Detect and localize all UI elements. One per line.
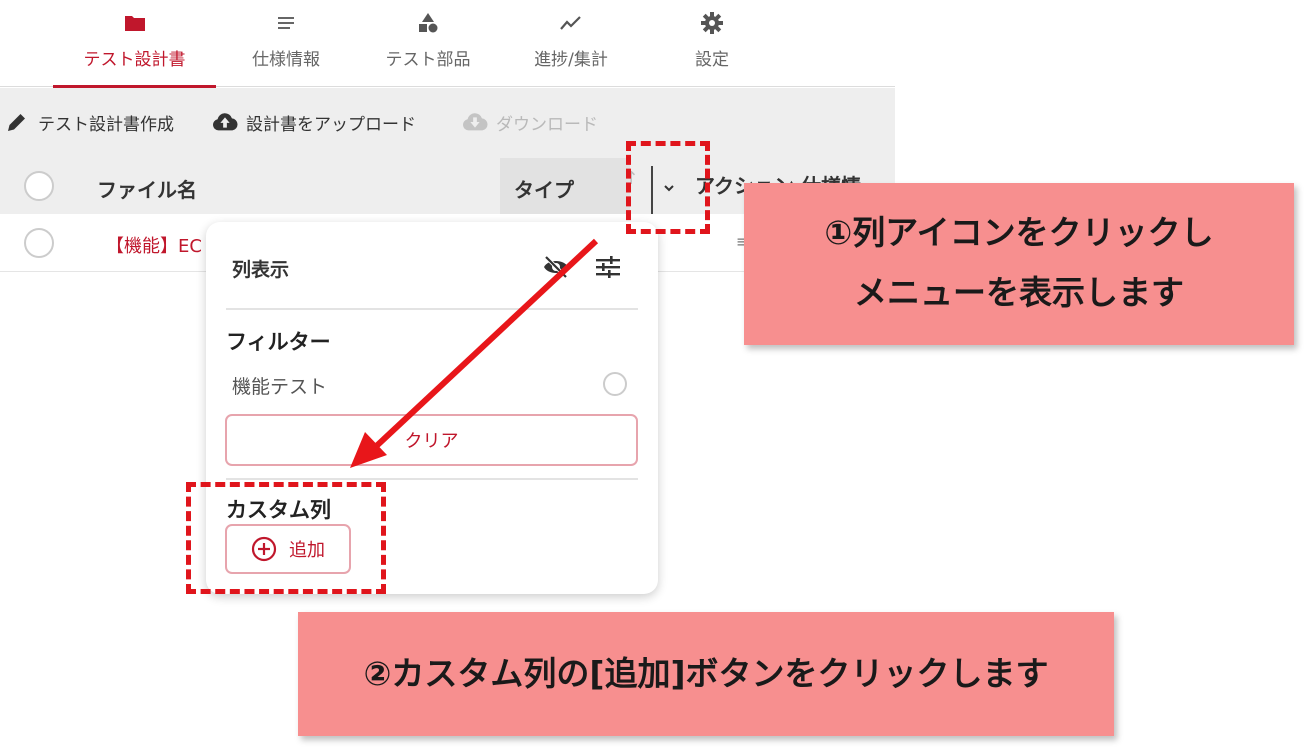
column-icon-highlight (626, 141, 710, 234)
tab-settings[interactable]: 設定 (672, 0, 752, 87)
row-checkbox[interactable] (24, 228, 54, 258)
upload-label: 設計書をアップロード (246, 114, 416, 135)
tab-label: 仕様情報 (252, 50, 320, 70)
cloud-download-icon (462, 110, 488, 134)
callout-1-line-2: メニューを表示します (854, 273, 1184, 312)
clear-filter-button[interactable]: クリア (225, 414, 638, 466)
menu-divider (226, 308, 638, 310)
cloud-upload-icon (212, 110, 238, 134)
list-icon (275, 12, 297, 34)
column-header-type[interactable]: タイプ (514, 174, 574, 203)
add-button-highlight (186, 482, 386, 594)
tab-test-parts[interactable]: テスト部品 (372, 0, 484, 87)
tab-test-design[interactable]: テスト設計書 (53, 0, 216, 88)
create-design-label: テスト設計書作成 (38, 114, 174, 135)
filter-item-label: 機能テスト (232, 376, 328, 398)
gear-icon (701, 12, 723, 34)
top-navigation: テスト設計書 仕様情報 テスト部品 進捗/集計 設定 (0, 0, 895, 88)
folder-icon (124, 12, 146, 34)
create-design-button[interactable]: テスト設計書作成 (4, 108, 174, 136)
filter-heading: フィルター (226, 330, 331, 354)
tab-label: 進捗/集計 (534, 50, 608, 70)
filter-item-radio[interactable] (603, 372, 627, 396)
instruction-callout-1: ①列アイコンをクリックし メニューを表示します (744, 183, 1294, 345)
tab-label: テスト部品 (385, 50, 471, 70)
upload-button[interactable]: 設計書をアップロード (212, 108, 416, 136)
tab-spec-info[interactable]: 仕様情報 (236, 0, 336, 87)
column-display-title: 列表示 (232, 259, 290, 281)
visibility-off-icon[interactable] (542, 254, 570, 280)
pencil-icon (4, 110, 30, 134)
column-header-file-name[interactable]: ファイル名 (97, 174, 197, 203)
callout-1-line-1: ①列アイコンをクリックし (824, 213, 1214, 252)
trend-icon (560, 12, 582, 34)
tab-progress[interactable]: 進捗/集計 (518, 0, 624, 87)
tune-icon[interactable] (594, 254, 622, 280)
select-all-checkbox[interactable] (24, 171, 54, 201)
toolbar: テスト設計書作成 設計書をアップロード ダウンロード (0, 88, 895, 158)
download-label: ダウンロード (496, 114, 598, 135)
shapes-icon (417, 12, 439, 34)
tab-label: テスト設計書 (83, 50, 186, 70)
download-button[interactable]: ダウンロード (462, 108, 598, 136)
menu-divider (226, 478, 638, 480)
tab-label: 設定 (695, 50, 729, 70)
row-file-name[interactable]: 【機能】EC (106, 232, 206, 258)
instruction-callout-2: ②カスタム列の[追加]ボタンをクリックします (298, 612, 1114, 736)
